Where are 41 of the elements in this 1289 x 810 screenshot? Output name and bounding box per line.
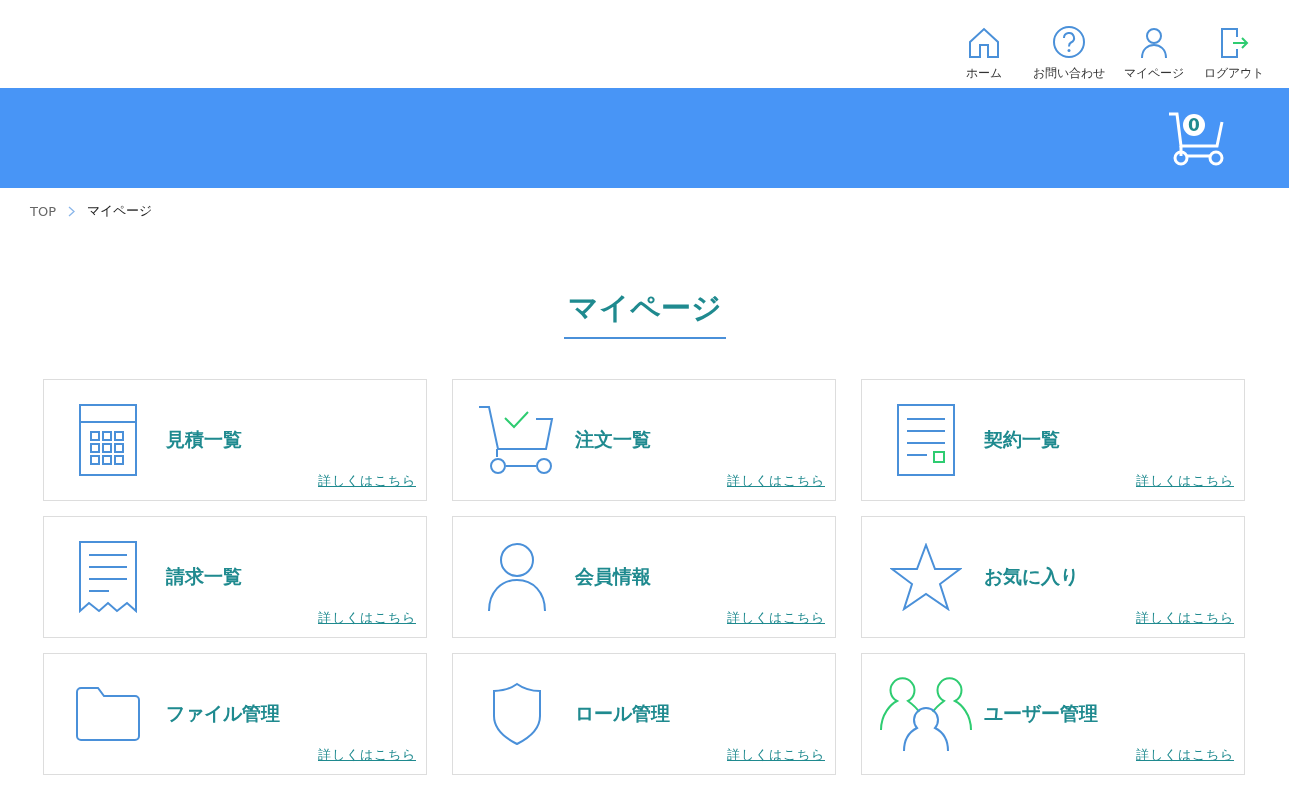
person-icon <box>487 542 547 612</box>
cart-icon[interactable] <box>1167 110 1225 166</box>
details-link[interactable]: 詳しくはこちら <box>727 746 825 764</box>
cart-count-badge: 0 <box>1183 114 1205 136</box>
help-icon <box>1052 25 1086 59</box>
calculator-icon <box>79 404 137 476</box>
details-link[interactable]: 詳しくはこちら <box>318 472 416 490</box>
page-title: マイページ <box>563 288 726 339</box>
card-title: 請求一覧 <box>166 564 242 589</box>
nav-link[interactable]: お問い合わせ <box>1033 25 1105 88</box>
breadcrumb-link[interactable]: TOP <box>30 203 56 219</box>
details-link[interactable]: 詳しくはこちら <box>1136 609 1234 627</box>
nav-link[interactable]: ログアウト <box>1203 27 1265 88</box>
card-title: 会員情報 <box>575 564 651 589</box>
details-link[interactable]: 詳しくはこちら <box>727 472 825 490</box>
card-title: 見積一覧 <box>166 427 242 452</box>
users-icon <box>879 676 973 752</box>
folder-icon <box>76 687 140 741</box>
details-link[interactable]: 詳しくはこちら <box>318 746 416 764</box>
card-title: お気に入り <box>984 564 1079 589</box>
star-icon <box>890 543 962 611</box>
details-link[interactable]: 詳しくはこちら <box>318 609 416 627</box>
nav-link[interactable]: マイページ <box>1123 27 1185 88</box>
home-icon <box>968 27 1000 59</box>
document-icon <box>897 404 955 476</box>
card-title: 注文一覧 <box>575 427 651 452</box>
nav-link[interactable]: ホーム <box>953 27 1015 88</box>
current-page-label: マイページ <box>87 202 152 220</box>
details-link[interactable]: 詳しくはこちら <box>727 609 825 627</box>
details-link[interactable]: 詳しくはこちら <box>1136 746 1234 764</box>
card-title: ファイル管理 <box>166 701 280 726</box>
card-title: ユーザー管理 <box>984 701 1098 726</box>
shield-icon <box>492 682 542 746</box>
chevron-right-icon <box>68 205 75 217</box>
receipt-icon <box>79 541 137 613</box>
card-title: 契約一覧 <box>984 427 1060 452</box>
details-link[interactable]: 詳しくはこちら <box>1136 472 1234 490</box>
user-icon <box>1140 27 1168 59</box>
cart-check-icon <box>478 405 556 475</box>
logout-icon <box>1219 27 1249 59</box>
card-title: ロール管理 <box>575 701 670 726</box>
